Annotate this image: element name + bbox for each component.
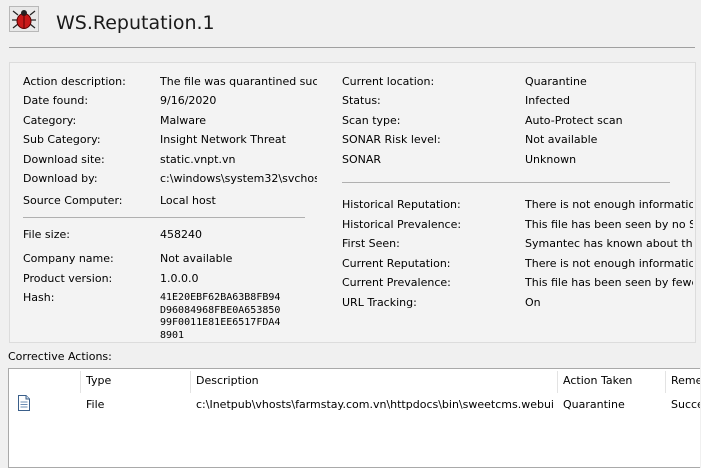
status-label: Status: — [342, 94, 381, 107]
company-name-value: Not available — [160, 252, 233, 265]
action-description-value: The file was quarantined successfully. — [160, 75, 317, 88]
sonar-value: Unknown — [525, 153, 577, 166]
hash-value: 41E20EBF62BA63B8FB94 D96084968FBE0A65385… — [160, 292, 281, 341]
column-header-action-taken[interactable]: Action Taken — [557, 369, 665, 393]
download-site-label: Download site: — [23, 153, 105, 166]
hash-label: Hash: — [23, 291, 55, 304]
current-reputation-value: There is not enough information — [525, 257, 693, 270]
header-divider — [9, 47, 695, 48]
current-location-value: Quarantine — [525, 75, 587, 88]
header: WS.Reputation.1 — [0, 0, 701, 48]
details-panel: Action description: The file was quarant… — [9, 62, 696, 343]
product-version-value: 1.0.0.0 — [160, 272, 199, 285]
first-seen-value: Symantec has known about this file — [525, 237, 693, 250]
first-seen-label: First Seen: — [342, 237, 400, 250]
sonar-risk-level-label: SONAR Risk level: — [342, 133, 441, 146]
column-header-description[interactable]: Description — [190, 369, 557, 393]
file-size-label: File size: — [23, 228, 70, 241]
bug-threat-icon — [9, 6, 39, 32]
document-icon — [17, 395, 31, 411]
scan-type-value: Auto-Protect scan — [525, 114, 623, 127]
current-reputation-label: Current Reputation: — [342, 257, 451, 270]
url-tracking-label: URL Tracking: — [342, 296, 417, 309]
historical-reputation-label: Historical Reputation: — [342, 198, 461, 211]
download-by-label: Download by: — [23, 172, 98, 185]
url-tracking-value: On — [525, 296, 541, 309]
current-location-label: Current location: — [342, 75, 435, 88]
category-value: Malware — [160, 114, 207, 127]
corrective-actions-label: Corrective Actions: — [8, 350, 112, 363]
column-header-type[interactable]: Type — [80, 369, 190, 393]
right-divider — [342, 182, 670, 183]
row-action-taken[interactable]: Quarantine — [563, 397, 663, 413]
row-type[interactable]: File — [86, 397, 186, 413]
row-remediation[interactable]: Success — [671, 397, 700, 413]
row-description[interactable]: c:\Inetpub\vhosts\farmstay.com.vn\httpdo… — [196, 397, 553, 413]
date-found-value: 9/16/2020 — [160, 94, 217, 107]
sub-category-label: Sub Category: — [23, 133, 101, 146]
date-found-label: Date found: — [23, 94, 89, 107]
threat-title: WS.Reputation.1 — [56, 12, 215, 34]
action-description-label: Action description: — [23, 75, 126, 88]
status-value: Infected — [525, 94, 570, 107]
current-prevalence-value: This file has been seen by fewer users — [525, 276, 693, 289]
historical-prevalence-value: This file has been seen by no Symantec u… — [525, 218, 693, 231]
source-computer-label: Source Computer: — [23, 194, 123, 207]
file-size-value: 458240 — [160, 228, 202, 241]
corrective-actions-table[interactable]: Type Description Action Taken Remediatio… — [8, 368, 700, 468]
sub-category-value: Insight Network Threat — [160, 133, 286, 146]
category-label: Category: — [23, 114, 77, 127]
download-by-value: c:\windows\system32\svchost.exe — [160, 172, 317, 185]
sonar-label: SONAR — [342, 153, 382, 166]
source-computer-value: Local host — [160, 194, 216, 207]
download-site-value: static.vnpt.vn — [160, 153, 236, 166]
historical-reputation-value: There is not enough information — [525, 198, 693, 211]
company-name-label: Company name: — [23, 252, 114, 265]
left-divider — [23, 217, 305, 218]
scan-type-label: Scan type: — [342, 114, 401, 127]
current-prevalence-label: Current Prevalence: — [342, 276, 451, 289]
historical-prevalence-label: Historical Prevalence: — [342, 218, 462, 231]
sonar-risk-level-value: Not available — [525, 133, 598, 146]
product-version-label: Product version: — [23, 272, 113, 285]
column-header-remediation[interactable]: Remediation — [665, 369, 700, 393]
